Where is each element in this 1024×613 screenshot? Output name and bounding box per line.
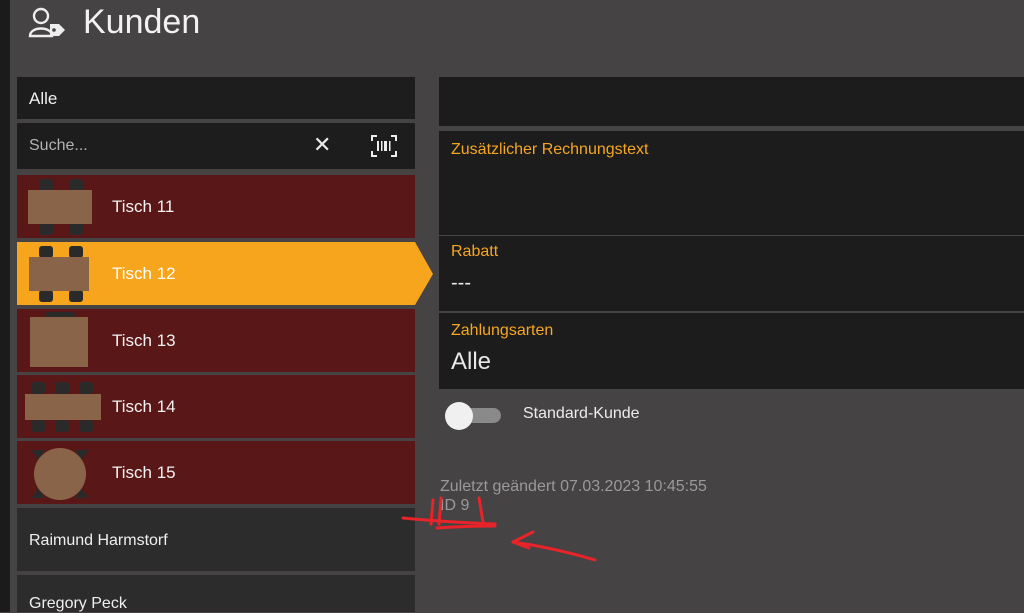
detail-field-top[interactable] [439,77,1024,126]
list-item-label: Raimund Harmstorf [29,532,168,549]
red-annotation-arrow [401,496,597,562]
clear-search-icon[interactable]: ✕ [313,132,331,158]
search-input[interactable]: Suche... [29,137,88,155]
search-bar[interactable]: Suche... ✕ [17,123,415,169]
standard-customer-label: Standard-Kunde [523,405,640,422]
customer-id-text: ID 9 [440,497,470,514]
list-item-table[interactable]: Tisch 15 [17,441,415,504]
list-item-customer[interactable]: Gregory Peck [17,575,415,612]
list-item-table-selected[interactable]: Tisch 12 [17,242,433,305]
standard-customer-toggle[interactable] [445,402,501,430]
last-modified-text: Zuletzt geändert 07.03.2023 10:45:55 [440,478,707,495]
table-2x2-icon [28,179,92,235]
customer-tag-icon [28,7,65,38]
page-title: Kunden [83,3,201,41]
table-square-icon [30,312,88,367]
payment-methods-value: Alle [451,348,492,375]
window-edge [0,0,10,612]
toggle-knob [445,402,473,430]
discount-value: --- [451,272,471,294]
discount-field[interactable]: Rabatt --- [439,236,1024,311]
invoice-text-field[interactable]: Zusätzlicher Rechnungstext [439,131,1024,235]
barcode-scan-icon[interactable] [371,135,397,157]
selection-arrow [415,242,433,305]
table-round-icon [31,448,89,500]
list-item-label: Tisch 11 [112,197,175,216]
table-2x2-icon [29,246,89,302]
list-item-label: Tisch 14 [112,397,176,416]
list-item-table[interactable]: Tisch 13 [17,309,415,372]
discount-caption: Rabatt [451,243,499,260]
list-item-label: Gregory Peck [29,595,127,612]
invoice-text-caption: Zusätzlicher Rechnungstext [451,141,649,158]
list-item-label: Tisch 13 [112,331,176,350]
payment-methods-caption: Zahlungsarten [451,322,554,339]
payment-methods-field[interactable]: Zahlungsarten Alle [439,313,1024,389]
list-item-table[interactable]: Tisch 14 [17,375,415,438]
list-item-table[interactable]: Tisch 11 [17,175,415,238]
table-long-icon [25,382,101,432]
page-header: Kunden [10,0,1024,60]
filter-dropdown[interactable]: Alle [17,77,415,119]
filter-label: Alle [29,89,58,108]
list-item-customer[interactable]: Raimund Harmstorf [17,508,415,571]
list-item-label: Tisch 12 [112,264,176,283]
list-item-label: Tisch 15 [112,463,176,482]
